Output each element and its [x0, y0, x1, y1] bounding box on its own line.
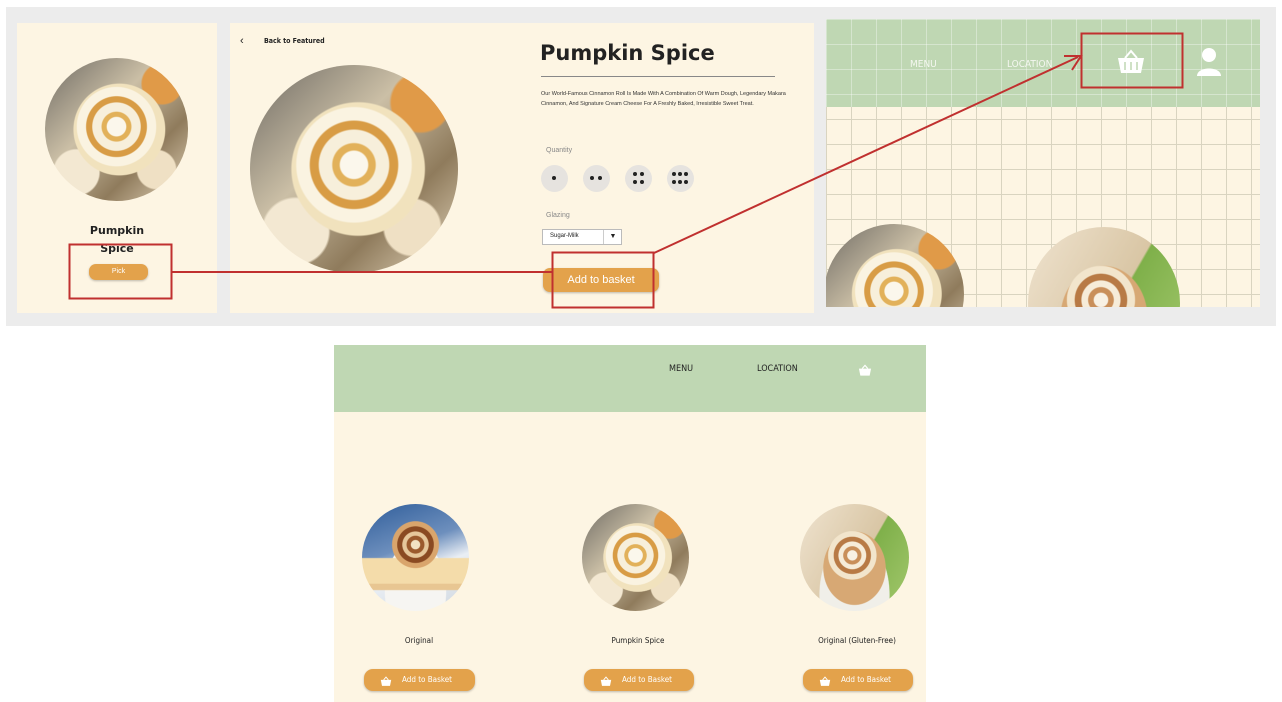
menu-page-screen: MENU LOCATION Original Add to Basket Pum… — [334, 345, 926, 702]
add-to-basket-button-pumpkin-spice[interactable]: Add to Basket — [584, 669, 694, 691]
basket-icon[interactable] — [858, 364, 872, 377]
flow-annotations — [68, 32, 1184, 309]
flow-arrow-basket-to-cart — [653, 56, 1079, 254]
add-to-basket-label: Add to Basket — [402, 675, 452, 684]
basket-icon — [380, 674, 392, 686]
highlight-pick-button — [68, 243, 173, 300]
nav-menu[interactable]: MENU — [669, 364, 693, 374]
add-to-basket-button-original[interactable]: Add to Basket — [364, 669, 475, 691]
product-image-original — [362, 504, 469, 611]
basket-icon — [819, 674, 831, 686]
product-name-original: Original — [404, 636, 434, 645]
product-name-pumpkin-spice: Pumpkin Spice — [611, 636, 665, 645]
basket-icon — [600, 674, 612, 686]
product-image-pumpkin-spice — [582, 504, 689, 611]
nav-location[interactable]: LOCATION — [757, 364, 798, 374]
highlight-add-to-basket — [551, 251, 655, 309]
add-to-basket-button-original-gluten-free[interactable]: Add to Basket — [803, 669, 913, 691]
product-image-original-gluten-free — [800, 504, 909, 611]
menu-page-header — [334, 345, 926, 412]
product-name-original-gluten-free: Original (Gluten-Free) — [818, 636, 896, 645]
add-to-basket-label: Add to Basket — [622, 675, 672, 684]
add-to-basket-label: Add to Basket — [841, 675, 891, 684]
highlight-basket-icon — [1080, 32, 1184, 89]
